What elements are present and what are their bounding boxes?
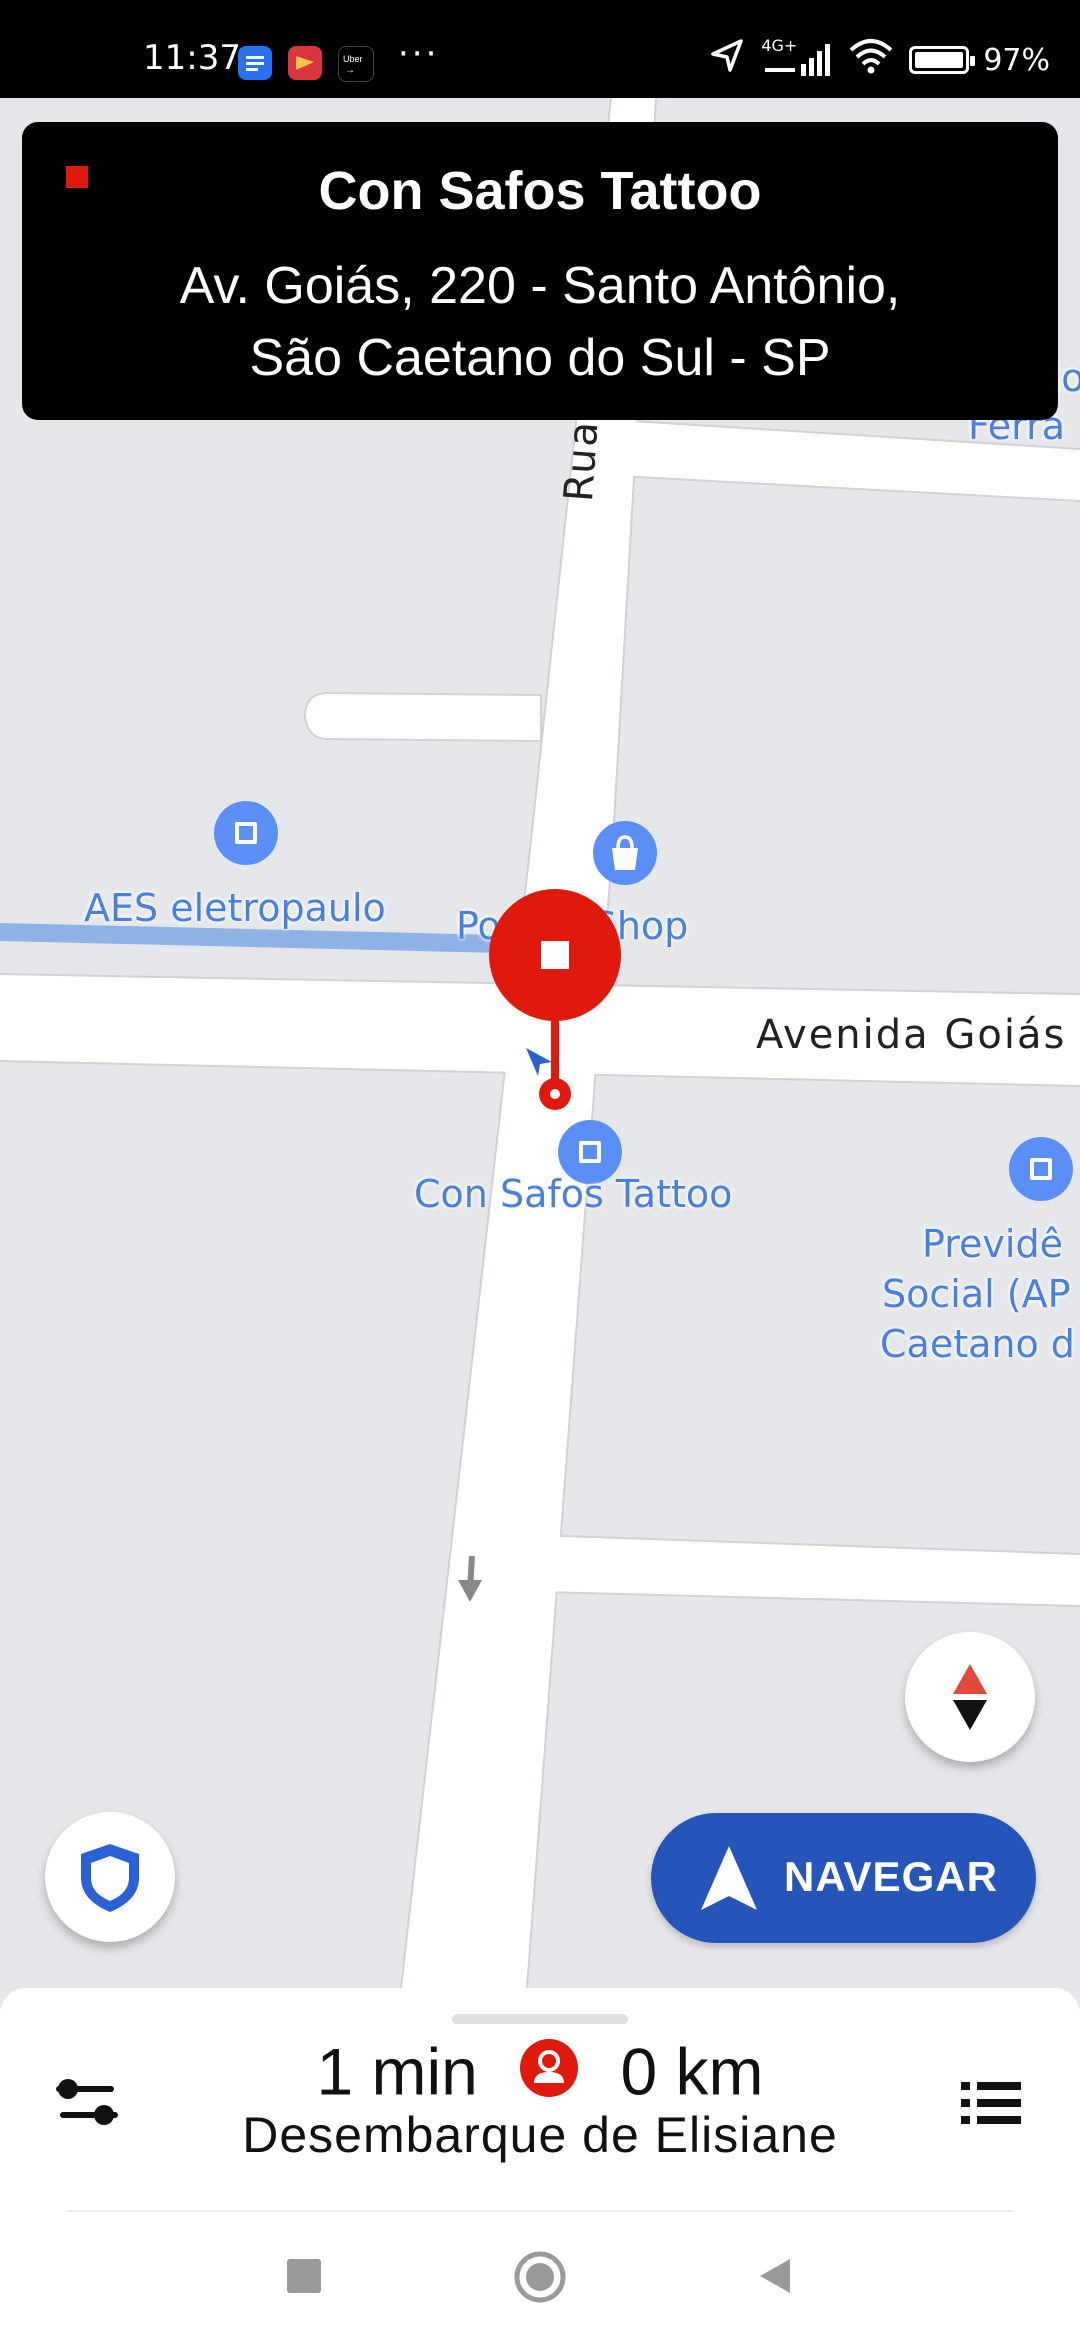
location-arrow-icon [707,36,747,84]
messages-icon [238,46,272,80]
app-icon [288,46,322,80]
trip-subtitle: Desembarque de Elisiane [242,2107,838,2163]
compass-button[interactable] [905,1632,1035,1762]
status-bar: 11:37 Uber → ··· 4G+ 97% [0,0,1080,98]
uber-icon: Uber → [338,46,374,82]
road-label-goias: Avenida Goiás [756,1012,1067,1058]
trip-distance: 0 km [620,2034,764,2109]
compass-icon [953,1664,987,1730]
navigate-button[interactable]: NAVEGAR [651,1813,1036,1943]
home-button[interactable] [513,2250,567,2308]
back-icon [760,2259,790,2293]
sheet-handle[interactable] [452,2014,628,2024]
divider [66,2210,1014,2212]
destination-pin-icon[interactable] [488,888,622,1122]
status-time: 11:37 [143,38,241,78]
recents-button[interactable] [284,2256,324,2300]
trip-eta: 1 min [316,2034,478,2109]
svg-text:Uber: Uber [343,54,363,64]
person-icon [520,2038,579,2097]
road-label-rua: Rua [556,418,608,504]
destination-address-line2: São Caetano do Sul - SP [249,329,831,387]
status-right: 4G+ 97% [707,36,1050,84]
trip-bottom-sheet[interactable]: 1 min 0 km Desembarque de Elisiane [0,1988,1080,2340]
back-button[interactable] [756,2256,796,2300]
destination-name: Con Safos Tattoo [318,161,762,221]
recents-icon [287,2259,321,2293]
poi-label-prev-2[interactable]: Social (AP [882,1272,1070,1316]
status-overflow: ··· [398,34,440,74]
trip-summary: 1 min 0 km [0,2028,1080,2110]
wifi-icon [847,36,895,84]
home-icon [514,2251,566,2303]
svg-text:→: → [345,65,355,76]
destination-address: Av. Goiás, 220 - Santo Antônio, São Caet… [22,250,1058,394]
poi-label-aes[interactable]: AES eletropaulo [84,886,386,930]
poi-label-tattoo[interactable]: Con Safos Tattoo [414,1172,732,1216]
list-button[interactable] [957,2068,1027,2138]
system-navigation-bar [0,2226,1080,2340]
safety-button[interactable] [45,1812,175,1942]
navigation-arrow-icon [701,1846,757,1910]
destination-address-line1: Av. Goiás, 220 - Santo Antônio, [179,257,901,315]
battery-icon [909,46,976,74]
place-icon[interactable] [1008,1136,1074,1206]
list-icon [961,2082,1021,2124]
poi-label-prev-3[interactable]: Caetano d [880,1322,1075,1366]
shopping-bag-icon[interactable] [592,820,658,890]
destination-banner[interactable]: Con Safos Tattoo Av. Goiás, 220 - Santo … [22,122,1058,420]
place-icon[interactable] [213,800,279,870]
navigate-label: NAVEGAR [784,1853,998,1900]
battery-percent: 97% [983,42,1050,78]
poi-label-prev-1[interactable]: Previdê [922,1222,1063,1266]
shield-icon [81,1844,139,1912]
signal-icon: 4G+ [761,36,833,80]
